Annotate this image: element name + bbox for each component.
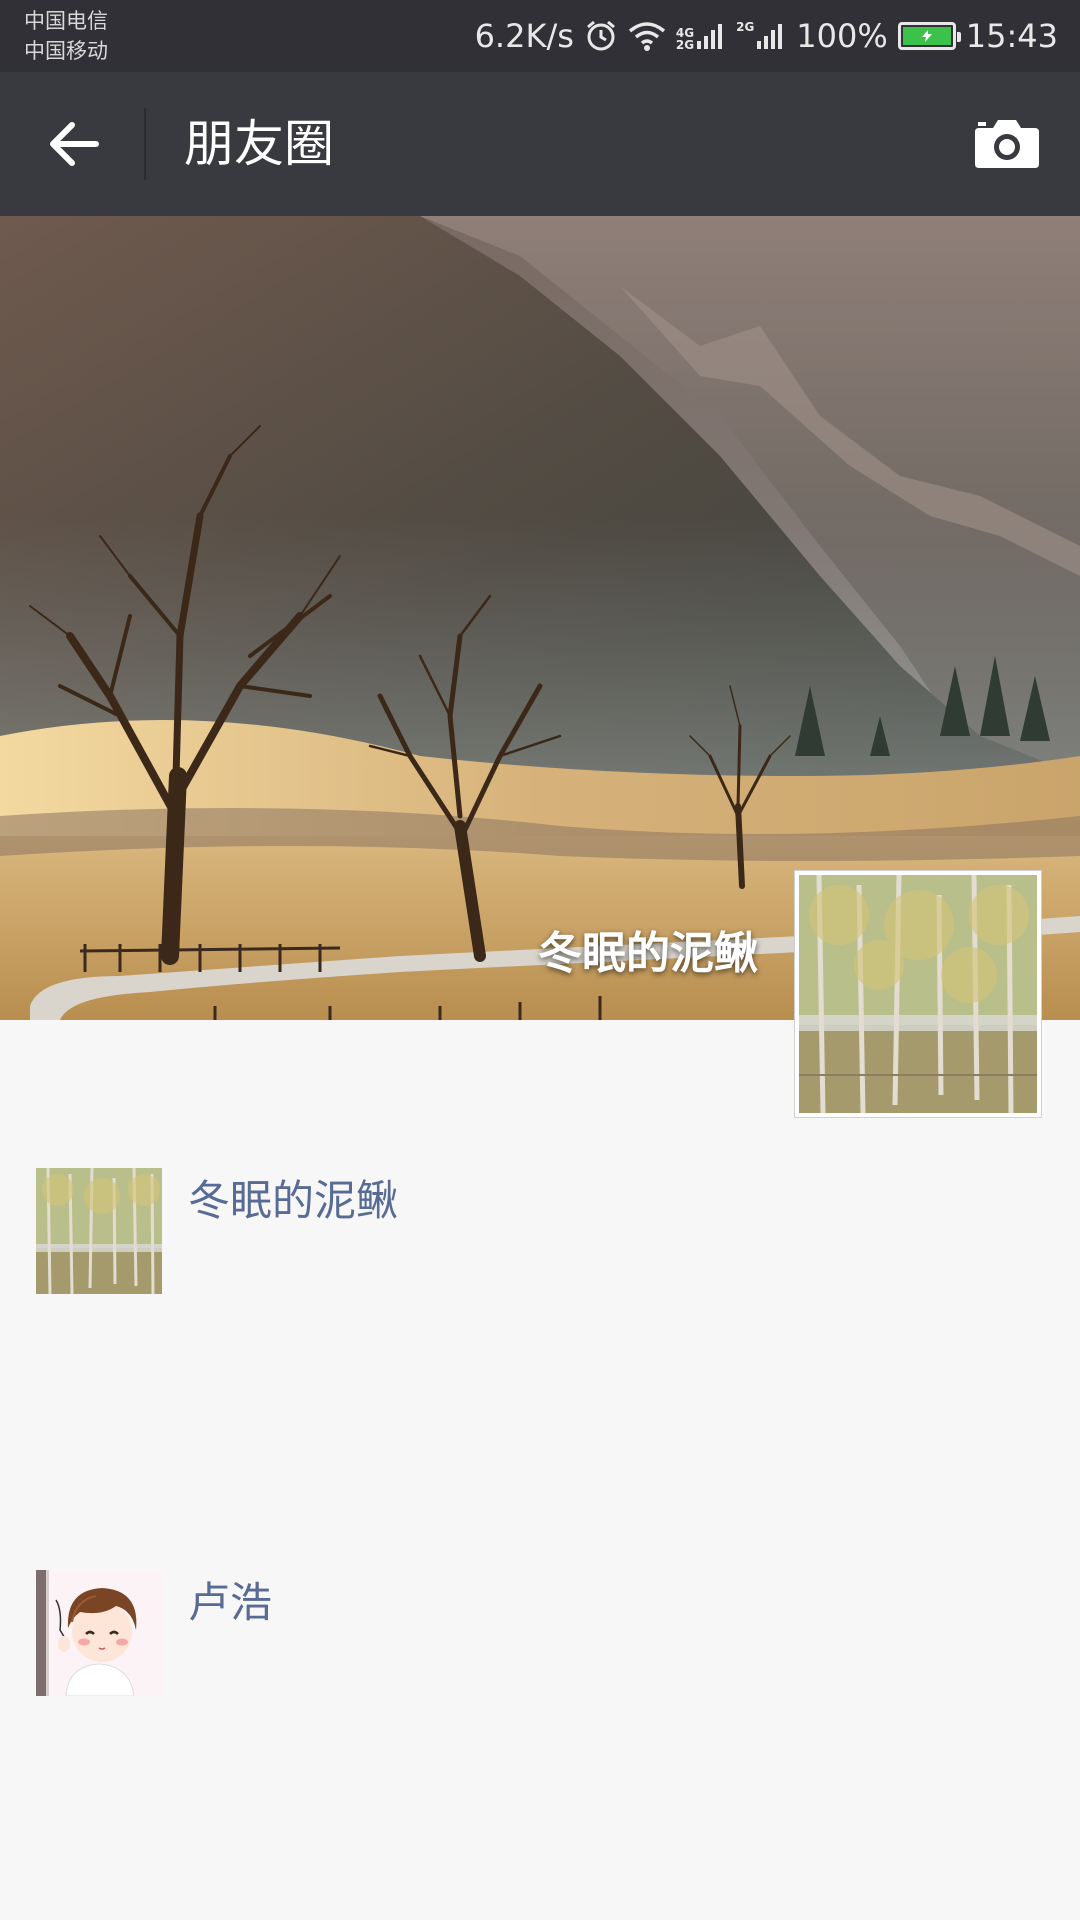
carrier-2: 中国移动 <box>24 39 108 63</box>
top-navigation-bar: 朋友圈 <box>0 72 1080 216</box>
net-speed: 6.2K/s <box>474 17 574 55</box>
feed-item: 冬眠的泥鳅 <box>36 1168 1046 1294</box>
back-button[interactable] <box>30 104 118 184</box>
carrier-info: 中国电信 中国移动 <box>24 6 108 66</box>
signal-icon-2: 2G <box>736 21 786 51</box>
cover-user-name[interactable]: 冬眠的泥鳅 <box>538 926 758 982</box>
network-type-2: 2G <box>736 20 755 34</box>
feed-user-name[interactable]: 卢浩 <box>188 1576 272 1630</box>
status-indicators: 6.2K/s 4G 2G 2G 100% 15:43 <box>475 12 1058 60</box>
profile-avatar[interactable] <box>794 870 1042 1118</box>
moments-screen: 中国电信 中国移动 6.2K/s 4G 2G 2G 100% 15:43 朋友圈… <box>0 0 1080 1920</box>
status-bar: 中国电信 中国移动 6.2K/s 4G 2G 2G 100% 15:43 <box>0 0 1080 72</box>
battery-icon <box>897 22 961 50</box>
camera-icon <box>975 120 1039 168</box>
camera-button[interactable] <box>968 110 1046 178</box>
battery-percent: 100% <box>796 17 888 55</box>
arrow-left-icon <box>50 122 99 166</box>
alarm-icon <box>584 19 618 53</box>
carrier-1: 中国电信 <box>24 9 108 33</box>
network-type-1: 4G 2G <box>675 26 695 52</box>
avatar[interactable] <box>36 1570 162 1696</box>
avatar[interactable] <box>36 1168 162 1294</box>
clock: 15:43 <box>965 17 1058 55</box>
page-title: 朋友圈 <box>184 115 334 173</box>
feed-user-name[interactable]: 冬眠的泥鳅 <box>188 1174 398 1228</box>
wifi-icon <box>628 20 666 52</box>
nav-divider <box>144 108 146 180</box>
battery-fill <box>902 27 951 45</box>
feed-item: 卢浩 <box>36 1570 1046 1696</box>
signal-icon: 4G 2G <box>676 21 726 51</box>
